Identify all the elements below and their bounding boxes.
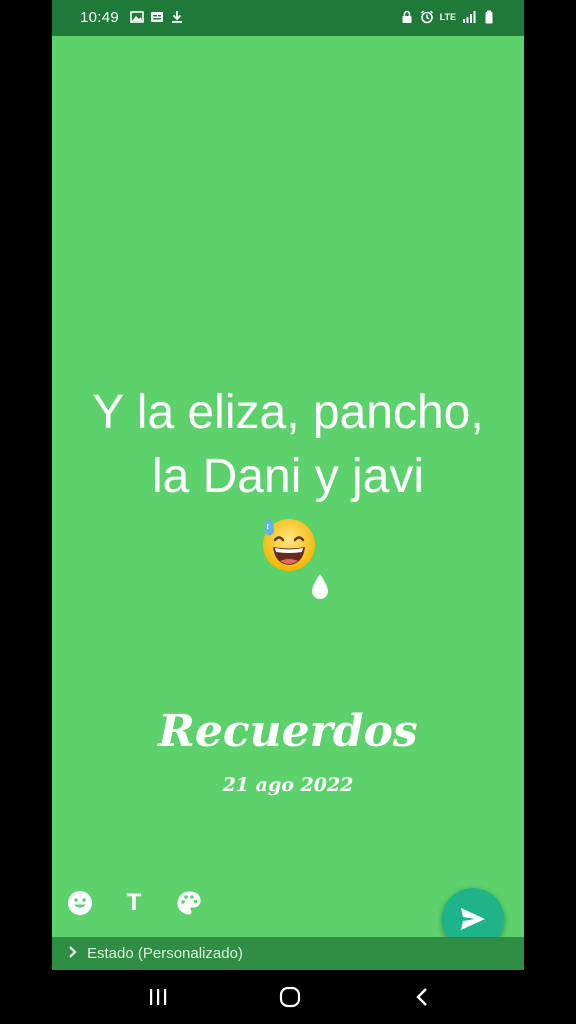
recent-apps-button[interactable] xyxy=(143,984,173,1010)
privacy-label: Estado (Personalizado) xyxy=(87,945,243,962)
notification-icons xyxy=(130,10,184,24)
send-icon xyxy=(461,908,485,930)
status-text[interactable]: Y la eliza, pancho, la Dani y javi xyxy=(52,381,524,509)
water-drop-icon xyxy=(312,574,328,599)
text-style-button[interactable]: T xyxy=(119,888,149,918)
text-tool-label: T xyxy=(126,889,142,916)
privacy-selector[interactable]: Estado (Personalizado) xyxy=(52,937,524,970)
status-bar: 10:49 LTE xyxy=(52,0,524,36)
navigation-bar xyxy=(0,970,576,1024)
color-palette-button[interactable] xyxy=(174,888,204,918)
download-icon xyxy=(172,11,182,23)
status-text-line-2: la Dani y javi xyxy=(151,450,425,503)
signal-icon xyxy=(463,11,476,23)
chevron-right-icon xyxy=(69,946,77,958)
lock-icon xyxy=(402,10,412,23)
battery-icon xyxy=(485,10,493,24)
system-icons: LTE xyxy=(400,10,496,24)
caption-icon xyxy=(151,12,163,22)
status-canvas[interactable]: Y la eliza, pancho, la Dani y javi Recue… xyxy=(52,36,524,950)
grinning-sweat-emoji xyxy=(263,518,315,571)
smiley-icon xyxy=(68,891,92,915)
back-button[interactable] xyxy=(407,984,437,1010)
status-time: 10:49 xyxy=(80,9,120,26)
image-icon xyxy=(130,11,144,23)
network-type: LTE xyxy=(439,11,456,22)
phone-screen: 10:49 LTE Y la eliza, pancho, la Dani y … xyxy=(52,0,524,970)
recent-apps-icon xyxy=(150,989,167,1005)
alarm-icon xyxy=(420,10,433,24)
emoji-button[interactable] xyxy=(65,888,95,918)
back-icon xyxy=(416,988,427,1006)
recuerdos-title: Recuerdos xyxy=(158,706,418,757)
status-text-line-1: Y la eliza, pancho, xyxy=(92,386,484,439)
palette-icon xyxy=(177,891,201,915)
memory-date: 21 ago 2022 xyxy=(222,774,354,796)
home-icon xyxy=(279,986,301,1008)
home-button[interactable] xyxy=(275,984,305,1010)
